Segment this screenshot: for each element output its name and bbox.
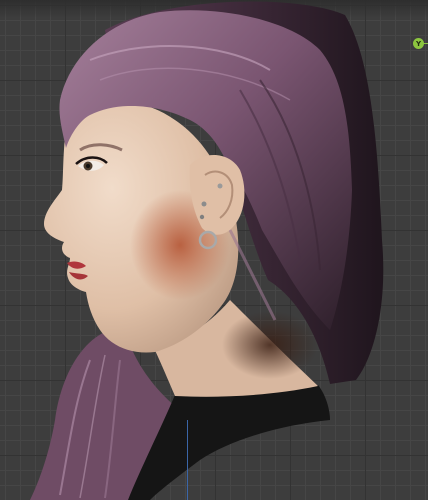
y-axis-icon[interactable]: Y xyxy=(413,38,424,49)
earring-stud-top xyxy=(217,183,223,189)
character-model[interactable] xyxy=(0,0,428,500)
y-axis-line xyxy=(187,420,188,500)
3d-viewport[interactable]: Y xyxy=(0,0,428,500)
earring-stud-low xyxy=(199,214,205,220)
earring-stud-mid xyxy=(201,201,207,207)
